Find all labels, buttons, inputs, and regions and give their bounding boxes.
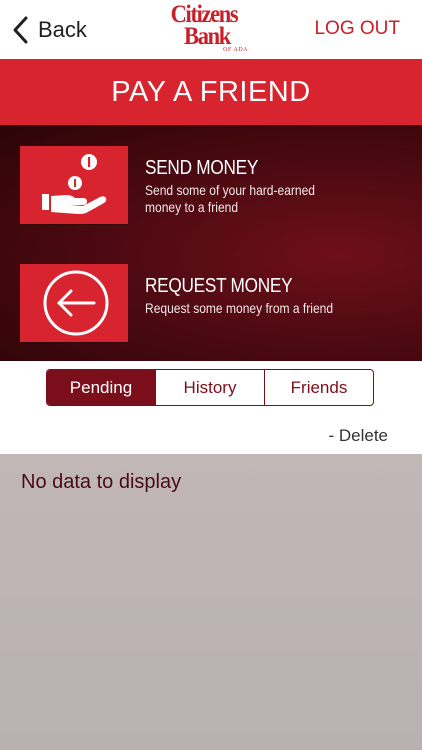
chevron-left-icon xyxy=(13,16,28,44)
hand-with-coins-icon xyxy=(42,154,107,214)
send-money-action[interactable]: SEND MONEY Send some of your hard-earned… xyxy=(20,146,400,228)
page-title: PAY A FRIEND xyxy=(111,75,311,108)
citizens-bank-logo: Citizens Bank OF ADA xyxy=(148,2,260,56)
send-money-tile[interactable] xyxy=(20,146,128,224)
tab-pending[interactable]: Pending xyxy=(47,370,155,405)
delete-button[interactable]: - Delete xyxy=(328,426,388,446)
request-money-title: REQUEST MONEY xyxy=(145,275,293,297)
request-money-action[interactable]: REQUEST MONEY Request some money from a … xyxy=(20,264,400,346)
logo-subtitle: OF ADA xyxy=(223,47,248,53)
tabs-container: Pending History Friends xyxy=(0,361,422,416)
actions-panel: SEND MONEY Send some of your hard-earned… xyxy=(0,125,422,361)
arrow-left-circle-icon xyxy=(43,270,109,336)
tab-friends[interactable]: Friends xyxy=(264,370,373,405)
top-nav-bar: Back Citizens Bank OF ADA LOG OUT xyxy=(0,0,422,59)
pending-list: No data to display xyxy=(0,454,422,750)
back-button[interactable]: Back xyxy=(10,14,87,46)
page-title-bar: PAY A FRIEND xyxy=(0,59,422,125)
request-money-description: Request some money from a friend xyxy=(145,300,334,316)
back-label: Back xyxy=(38,17,87,42)
logout-button[interactable]: LOG OUT xyxy=(314,18,400,40)
logo-line-2: Bank xyxy=(184,23,231,50)
send-money-title: SEND MONEY xyxy=(145,157,259,179)
send-money-description: Send some of your hard-earned money to a… xyxy=(145,182,316,215)
request-money-tile[interactable] xyxy=(20,264,128,342)
empty-state-message: No data to display xyxy=(21,471,182,493)
delete-row: - Delete xyxy=(0,416,422,454)
tab-history[interactable]: History xyxy=(155,370,264,405)
segmented-control: Pending History Friends xyxy=(46,369,374,406)
